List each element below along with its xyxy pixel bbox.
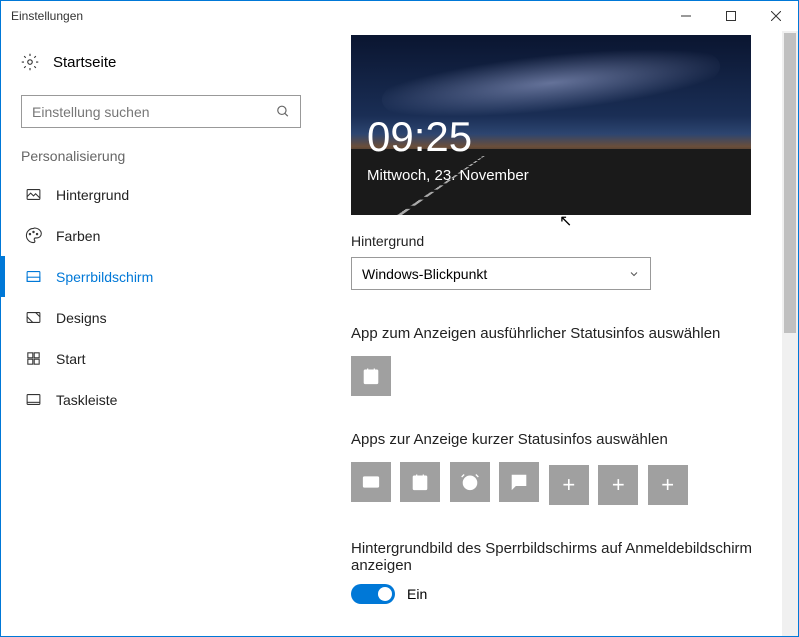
background-label: Hintergrund bbox=[351, 233, 778, 249]
scrollbar-thumb[interactable] bbox=[784, 33, 796, 333]
quick-status-row: + + + bbox=[351, 462, 778, 505]
quick-status-app-messaging[interactable] bbox=[499, 462, 539, 502]
nav-label: Hintergrund bbox=[56, 187, 129, 203]
search-input[interactable] bbox=[32, 104, 276, 120]
sidebar-item-sperrbildschirm[interactable]: Sperrbildschirm bbox=[1, 256, 321, 297]
quick-status-app-alarm[interactable] bbox=[450, 462, 490, 502]
home-label: Startseite bbox=[53, 54, 116, 71]
sidebar-item-farben[interactable]: Farben bbox=[1, 215, 321, 256]
signin-bg-toggle[interactable] bbox=[351, 584, 395, 604]
detailed-status-label: App zum Anzeigen ausführlicher Statusinf… bbox=[351, 325, 778, 342]
image-icon bbox=[25, 186, 42, 203]
signin-bg-label: Hintergrundbild des Sperrbildschirms auf… bbox=[351, 540, 778, 574]
sidebar-item-start[interactable]: Start bbox=[1, 338, 321, 379]
nav-label: Taskleiste bbox=[56, 392, 117, 408]
start-icon bbox=[25, 350, 42, 367]
dropdown-value: Windows-Blickpunkt bbox=[362, 266, 487, 282]
messaging-icon bbox=[509, 472, 529, 492]
plus-icon: + bbox=[661, 472, 674, 498]
calendar-icon bbox=[361, 366, 381, 386]
quick-status-app-add[interactable]: + bbox=[598, 465, 638, 505]
nav-label: Start bbox=[56, 351, 86, 367]
mail-icon bbox=[361, 472, 381, 492]
taskbar-icon bbox=[25, 391, 42, 408]
maximize-button[interactable] bbox=[708, 1, 753, 31]
search-box[interactable] bbox=[21, 95, 301, 128]
themes-icon bbox=[25, 309, 42, 326]
preview-time: 09:25 bbox=[367, 113, 472, 161]
sidebar-item-taskleiste[interactable]: Taskleiste bbox=[1, 379, 321, 420]
quick-status-app-mail[interactable] bbox=[351, 462, 391, 502]
section-label: Personalisierung bbox=[1, 148, 321, 174]
main-panel: 09:25 Mittwoch, 23. November Hintergrund… bbox=[321, 31, 798, 636]
quick-status-app-add[interactable]: + bbox=[648, 465, 688, 505]
plus-icon: + bbox=[612, 472, 625, 498]
window-title: Einstellungen bbox=[11, 9, 83, 23]
sidebar-item-designs[interactable]: Designs bbox=[1, 297, 321, 338]
titlebar: Einstellungen bbox=[1, 1, 798, 31]
nav-label: Sperrbildschirm bbox=[56, 269, 153, 285]
background-dropdown[interactable]: Windows-Blickpunkt bbox=[351, 257, 651, 290]
nav-label: Designs bbox=[56, 310, 107, 326]
quick-status-app-add[interactable]: + bbox=[549, 465, 589, 505]
lockscreen-preview: 09:25 Mittwoch, 23. November bbox=[351, 35, 751, 215]
lockscreen-icon bbox=[25, 268, 42, 285]
palette-icon bbox=[25, 227, 42, 244]
close-button[interactable] bbox=[753, 1, 798, 31]
toggle-state-label: Ein bbox=[407, 586, 427, 602]
preview-date: Mittwoch, 23. November bbox=[367, 167, 529, 184]
search-icon bbox=[276, 104, 290, 119]
quick-status-app-calendar[interactable] bbox=[400, 462, 440, 502]
calendar-icon bbox=[410, 472, 430, 492]
plus-icon: + bbox=[562, 472, 575, 498]
gear-icon bbox=[21, 53, 39, 71]
alarm-icon bbox=[460, 472, 480, 492]
detailed-status-app-button[interactable] bbox=[351, 356, 391, 396]
minimize-button[interactable] bbox=[663, 1, 708, 31]
quick-status-label: Apps zur Anzeige kurzer Statusinfos ausw… bbox=[351, 431, 778, 448]
nav-label: Farben bbox=[56, 228, 100, 244]
window-controls bbox=[663, 1, 798, 31]
scrollbar[interactable] bbox=[782, 31, 798, 636]
chevron-down-icon bbox=[628, 268, 640, 280]
sidebar: Startseite Personalisierung Hintergrund … bbox=[1, 31, 321, 636]
sidebar-item-hintergrund[interactable]: Hintergrund bbox=[1, 174, 321, 215]
home-link[interactable]: Startseite bbox=[1, 43, 321, 81]
